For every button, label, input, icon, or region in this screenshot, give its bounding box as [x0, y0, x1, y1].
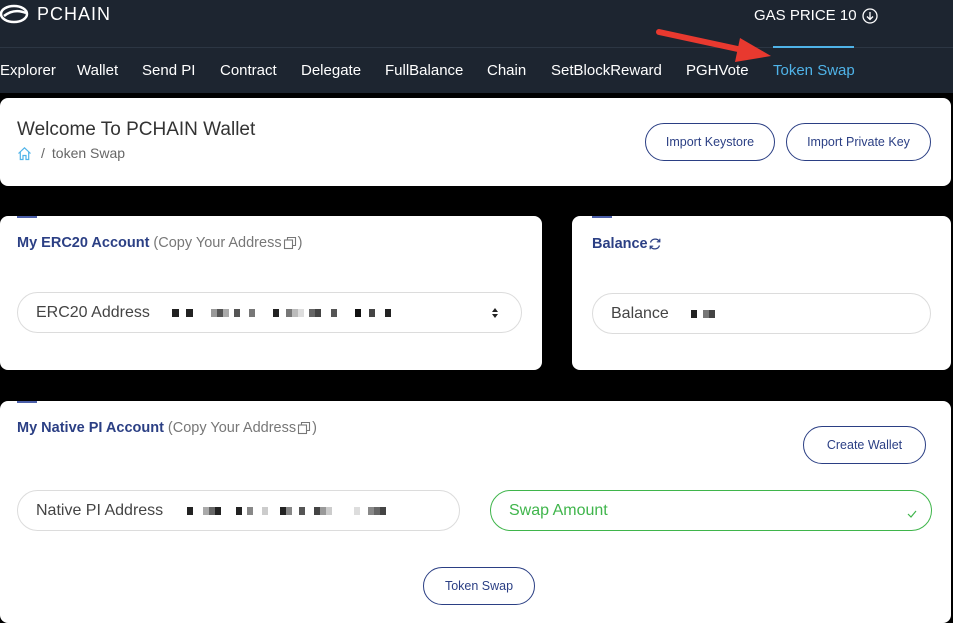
- nav-explorer[interactable]: Explorer: [0, 62, 56, 79]
- balance-card: Balance Balance: [572, 216, 951, 370]
- checkmark-icon: [907, 510, 917, 518]
- swap-amount-input[interactable]: Swap Amount: [490, 490, 932, 531]
- card-tab-marker: [17, 401, 37, 403]
- erc20-title: My ERC20 Account: [17, 235, 150, 251]
- nav-active-indicator: [773, 46, 854, 48]
- welcome-card: Welcome To PCHAIN Wallet / token Swap Im…: [0, 98, 951, 186]
- native-pi-card: My Native PI Account (Copy Your Address …: [0, 401, 951, 623]
- balance-masked-value: [690, 309, 715, 318]
- import-private-key-button[interactable]: Import Private Key: [786, 123, 931, 161]
- erc20-address-label: ERC20 Address: [36, 303, 150, 321]
- breadcrumb-separator: /: [41, 145, 45, 161]
- logo[interactable]: PCHAIN: [0, 4, 111, 24]
- create-wallet-button[interactable]: Create Wallet: [803, 426, 926, 464]
- native-address-masked-value: [187, 506, 387, 515]
- top-bar: PCHAIN GAS PRICE 10: [0, 0, 953, 48]
- erc20-address-masked-value: [171, 308, 391, 317]
- page-title: Welcome To PCHAIN Wallet: [17, 119, 256, 140]
- nav-contract[interactable]: Contract: [220, 62, 277, 79]
- annotation-arrow-icon: [656, 29, 771, 62]
- select-caret-icon: [492, 308, 498, 318]
- balance-title: Balance: [592, 236, 648, 252]
- nav-fullbalance[interactable]: FullBalance: [385, 62, 463, 79]
- native-copy-hint-close: ): [312, 420, 317, 436]
- nav-wallet[interactable]: Wallet: [77, 62, 118, 79]
- logo-text: PCHAIN: [37, 3, 112, 24]
- card-tab-marker: [592, 216, 612, 218]
- nav-delegate[interactable]: Delegate: [301, 62, 361, 79]
- native-address-label: Native PI Address: [36, 501, 164, 519]
- erc20-section-title: My ERC20 Account (Copy Your Address ): [17, 235, 302, 251]
- native-copy-hint: (Copy Your Address: [167, 420, 297, 436]
- copy-icon[interactable]: [283, 236, 297, 250]
- native-pi-address-field[interactable]: Native PI Address: [17, 490, 460, 531]
- balance-label: Balance: [611, 304, 669, 322]
- erc20-copy-hint-close: ): [297, 235, 303, 251]
- breadcrumb: / token Swap: [17, 145, 125, 161]
- native-title: My Native PI Account: [17, 420, 164, 436]
- refresh-icon[interactable]: [648, 237, 662, 251]
- swap-amount-placeholder: Swap Amount: [509, 501, 608, 519]
- home-icon[interactable]: [17, 146, 32, 161]
- arrow-down-circle-icon[interactable]: [861, 7, 878, 24]
- erc20-address-select[interactable]: ERC20 Address: [17, 292, 522, 333]
- card-tab-marker: [17, 216, 37, 218]
- nav-send-pi[interactable]: Send PI: [142, 62, 195, 79]
- breadcrumb-current: token Swap: [51, 145, 126, 161]
- balance-section-title: Balance: [592, 236, 662, 252]
- native-section-title: My Native PI Account (Copy Your Address …: [17, 420, 317, 436]
- copy-icon[interactable]: [297, 421, 311, 435]
- pchain-logo-icon: [0, 4, 29, 24]
- nav-token-swap[interactable]: Token Swap: [773, 62, 855, 79]
- balance-field: Balance: [592, 293, 931, 334]
- erc20-account-card: My ERC20 Account (Copy Your Address ) ER…: [0, 216, 542, 370]
- nav-setblockreward[interactable]: SetBlockReward: [551, 62, 662, 79]
- main-nav: Explorer Wallet Send PI Contract Delegat…: [0, 48, 953, 93]
- import-keystore-button[interactable]: Import Keystore: [645, 123, 775, 161]
- nav-chain[interactable]: Chain: [487, 62, 526, 79]
- erc20-copy-hint: (Copy Your Address: [153, 235, 282, 251]
- token-swap-button[interactable]: Token Swap: [423, 567, 535, 605]
